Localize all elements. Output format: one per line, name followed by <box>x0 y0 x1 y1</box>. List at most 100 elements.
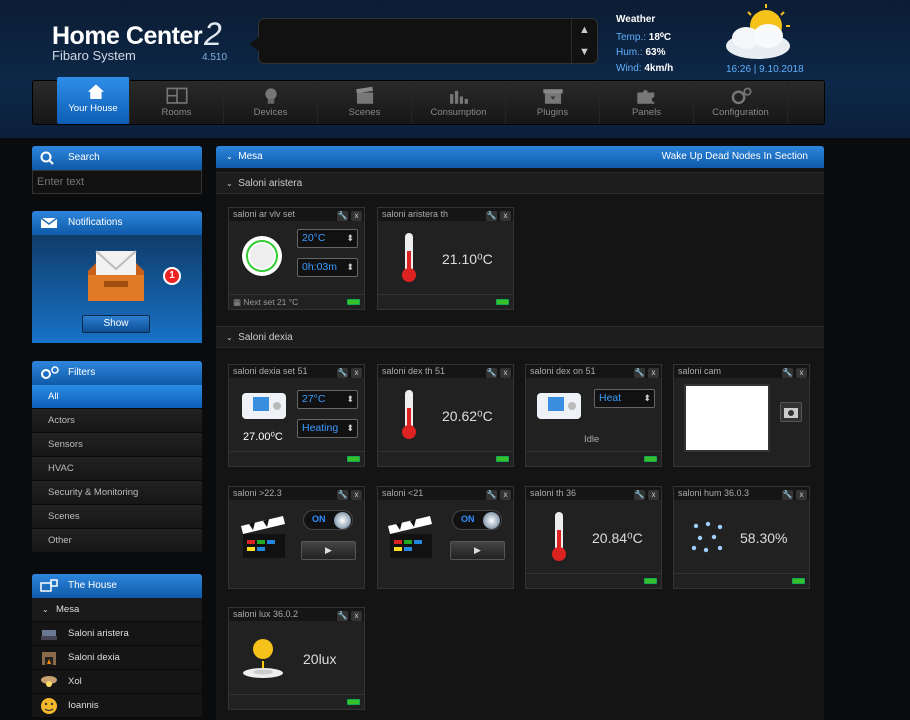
setpoint-value: 27.00⁰C <box>243 431 283 443</box>
hum-label: Hum.: <box>616 47 643 58</box>
wake-up-nodes-link[interactable]: Wake Up Dead Nodes In Section <box>662 146 808 168</box>
nav-consumption[interactable]: Consumption <box>412 81 506 124</box>
nav-your-house[interactable]: Your House <box>57 77 130 124</box>
scene-toggle[interactable]: ON <box>452 510 502 530</box>
device-saloni-gt-22-3: saloni >22.3 🔧 x ON ▶ <box>228 486 365 589</box>
thermometer-icon <box>402 390 416 439</box>
wrench-icon[interactable]: 🔧 <box>782 368 793 378</box>
status-led <box>496 456 509 462</box>
temp-label: Temp.: <box>616 31 647 43</box>
nav-devices[interactable]: Devices <box>224 81 318 124</box>
nav-scenes[interactable]: Scenes <box>318 81 412 124</box>
filter-sensors[interactable]: Sensors <box>32 433 202 457</box>
filter-scenes[interactable]: Scenes <box>32 505 202 529</box>
wrench-icon[interactable]: 🔧 <box>337 490 348 500</box>
chevron-down-icon[interactable]: ▼ <box>572 41 597 63</box>
device-footer: ▦ Next set 21 °C <box>229 294 364 309</box>
close-icon[interactable]: x <box>648 368 659 378</box>
close-icon[interactable]: x <box>648 490 659 500</box>
camera-icon <box>784 408 798 418</box>
show-notifications-button[interactable]: Show <box>82 315 150 333</box>
setpoint-select[interactable]: 27°C <box>297 390 358 409</box>
state-label: Idle <box>584 434 600 445</box>
filters-header: Filters <box>32 361 202 385</box>
house-room-saloni-dexia[interactable]: Saloni dexia <box>32 646 202 670</box>
water-drops-icon <box>691 521 723 553</box>
house-room-ioannis[interactable]: Ioannis <box>32 694 202 718</box>
nav-panels[interactable]: Panels <box>600 81 694 124</box>
mode-select[interactable]: Heating <box>297 419 358 438</box>
weather-title: Weather <box>616 14 656 25</box>
weather-datetime: 16:26 | 9.10.2018 <box>726 64 804 75</box>
close-icon[interactable]: x <box>351 490 362 500</box>
lux-sun-icon <box>243 639 283 678</box>
device-footer <box>378 451 513 466</box>
wrench-icon[interactable]: 🔧 <box>634 490 645 500</box>
wrench-icon[interactable]: 🔧 <box>486 490 497 500</box>
device-saloni-dex-on-51: saloni dex on 51 🔧x Heat Idle <box>525 364 662 467</box>
hum-value: 63% <box>645 47 666 58</box>
filter-hvac[interactable]: HVAC <box>32 457 202 481</box>
search-header: Search <box>32 146 202 170</box>
filter-security[interactable]: Security & Monitoring <box>32 481 202 505</box>
search-input[interactable] <box>32 170 202 194</box>
status-led <box>496 299 509 305</box>
clapperboard-icon <box>388 516 432 558</box>
message-box: ▲ ▼ <box>249 18 598 64</box>
wrench-icon[interactable]: 🔧 <box>337 368 348 378</box>
filter-other[interactable]: Other <box>32 529 202 553</box>
device-name: saloni dexia set 51 <box>233 366 308 376</box>
wrench-icon[interactable]: 🔧 <box>486 211 497 221</box>
camera-snapshot-button[interactable] <box>780 402 802 422</box>
play-icon: ▶ <box>325 545 332 555</box>
setpoint-select[interactable]: 20°C <box>297 229 358 248</box>
temperature-value: 21.10⁰C <box>442 251 493 267</box>
wrench-icon[interactable]: 🔧 <box>634 368 645 378</box>
envelope-icon <box>40 217 58 228</box>
house-room-xol[interactable]: Xol <box>32 670 202 694</box>
scene-toggle[interactable]: ON <box>303 510 353 530</box>
house-section-mesa[interactable]: ⌄ Mesa <box>32 598 202 622</box>
play-button[interactable]: ▶ <box>301 541 356 560</box>
message-scroll[interactable]: ▲ ▼ <box>571 19 597 63</box>
nav-configuration[interactable]: Configuration <box>694 81 788 124</box>
device-footer <box>378 294 513 309</box>
house-room-saloni-aristera[interactable]: Saloni aristera <box>32 622 202 646</box>
camera-preview[interactable] <box>684 384 770 452</box>
wrench-icon[interactable]: 🔧 <box>782 490 793 500</box>
device-footer <box>526 451 661 466</box>
close-icon[interactable]: x <box>796 490 807 500</box>
close-icon[interactable]: x <box>500 368 511 378</box>
house-panel-icon <box>40 579 58 592</box>
close-icon[interactable]: x <box>500 211 511 221</box>
chevron-down-icon[interactable]: ⌄ <box>226 152 233 161</box>
close-icon[interactable]: x <box>796 368 807 378</box>
close-icon[interactable]: x <box>351 368 362 378</box>
room-header-saloni-dexia[interactable]: ⌄ Saloni dexia <box>216 326 824 348</box>
duration-select[interactable]: 0h:03m <box>297 258 358 277</box>
filter-actors[interactable]: Actors <box>32 409 202 433</box>
search-panel: Search <box>32 146 202 194</box>
nav-plugins[interactable]: Plugins <box>506 81 600 124</box>
close-icon[interactable]: x <box>500 490 511 500</box>
notifications-body: 1 Show <box>32 235 202 343</box>
device-footer <box>229 694 364 709</box>
thermostat-icon <box>537 393 581 419</box>
wrench-icon[interactable]: 🔧 <box>337 211 348 221</box>
chevron-down-icon: ⌄ <box>42 605 49 614</box>
wrench-icon[interactable]: 🔧 <box>486 368 497 378</box>
room-header-saloni-aristera[interactable]: ⌄ Saloni aristera <box>216 172 824 194</box>
nav-rooms[interactable]: Rooms <box>130 81 224 124</box>
device-name: saloni lux 36.0.2 <box>233 609 299 619</box>
chevron-up-icon[interactable]: ▲ <box>572 19 597 41</box>
notification-count-badge: 1 <box>163 267 181 285</box>
main-content: ⌄ Mesa Wake Up Dead Nodes In Section ⌄ S… <box>216 146 824 720</box>
play-button[interactable]: ▶ <box>450 541 505 560</box>
wrench-icon[interactable]: 🔧 <box>337 611 348 621</box>
mode-select[interactable]: Heat <box>594 389 655 408</box>
close-icon[interactable]: x <box>351 211 362 221</box>
close-icon[interactable]: x <box>351 611 362 621</box>
device-name: saloni th 36 <box>530 488 577 498</box>
filter-all[interactable]: All <box>32 385 202 409</box>
sofa-icon <box>41 630 57 640</box>
